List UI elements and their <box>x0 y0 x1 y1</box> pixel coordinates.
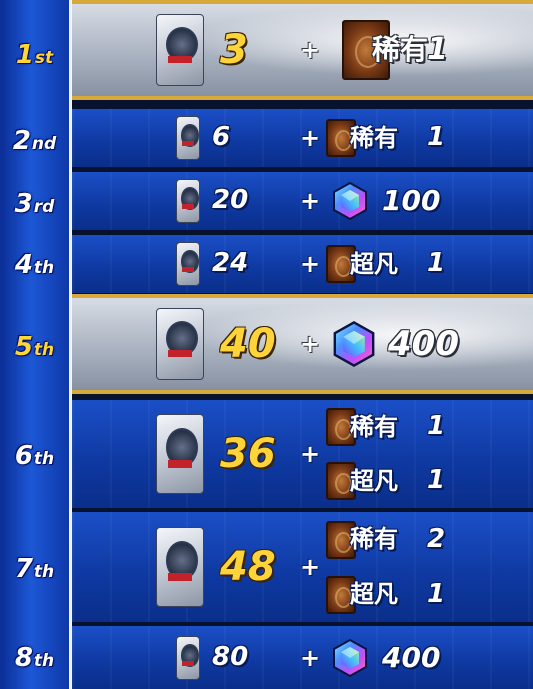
rank-label-7: 7th <box>0 512 72 626</box>
reward-quantity: 1 <box>427 465 446 495</box>
rank-text: 4th <box>15 250 54 280</box>
rank-suffix: th <box>33 257 55 278</box>
pack-count: 80 <box>212 642 249 672</box>
reward-quantity: 1 <box>427 32 448 67</box>
reward-quantity: 400 <box>388 324 459 364</box>
rank-label-1: 1st <box>0 0 72 109</box>
reward-quantity: 1 <box>427 579 446 609</box>
rank-suffix: th <box>33 340 55 360</box>
gem-icon <box>330 181 370 221</box>
rank-label-6: 6th <box>0 400 72 512</box>
ranking-rewards-board: 1st 2nd 3rd 4th 5th 6th 7th 8th 3 + 稀有 1 6 + 稀有 1 20 + 10… <box>0 0 533 689</box>
reward-row-1: 3 + 稀有 1 <box>72 0 533 100</box>
plus-sign: + <box>300 553 321 581</box>
card-pack-icon <box>176 636 200 680</box>
rank-text: 3rd <box>15 189 55 219</box>
plus-sign: + <box>300 124 321 152</box>
rank-number: 3 <box>14 188 33 219</box>
reward-quantity: 1 <box>427 122 446 152</box>
pack-tag <box>168 573 192 582</box>
reward-card-label: 超凡 <box>350 467 398 495</box>
card-pack-icon <box>156 414 204 494</box>
reward-card-label: 稀有 <box>372 33 429 66</box>
card-pack-icon <box>156 14 204 86</box>
rank-text: 6th <box>15 441 54 471</box>
reward-row-4: 24 + 超凡 1 <box>72 235 533 293</box>
plus-sign: + <box>300 330 321 358</box>
pack-count: 6 <box>212 122 231 152</box>
reward-quantity: 100 <box>382 184 441 217</box>
pack-count: 48 <box>220 544 276 590</box>
card-pack-icon <box>176 242 200 286</box>
pack-tag <box>182 661 194 666</box>
reward-row-2: 6 + 稀有 1 <box>72 109 533 167</box>
reward-card-label: 超凡 <box>350 580 398 608</box>
rank-number: 4 <box>14 249 33 280</box>
rank-text: 1st <box>16 40 53 70</box>
reward-quantity: 2 <box>427 524 446 554</box>
pack-tag <box>168 55 192 63</box>
rank-suffix: th <box>33 449 55 469</box>
plus-sign: + <box>300 440 321 468</box>
plus-sign: + <box>300 250 321 278</box>
rank-number: 7 <box>14 554 33 584</box>
pack-count: 24 <box>212 248 249 278</box>
rank-suffix: st <box>34 47 54 68</box>
rank-suffix: th <box>33 562 55 582</box>
reward-row-8: 80 + 400 <box>72 626 533 689</box>
rank-label-5: 5th <box>0 294 72 400</box>
rank-label-2: 2nd <box>0 109 72 172</box>
rank-number: 5 <box>14 332 33 362</box>
reward-quantity: 1 <box>427 248 446 278</box>
pack-tag <box>182 141 194 146</box>
pack-tag <box>182 204 194 209</box>
card-pack-icon <box>156 308 204 380</box>
reward-row-7: 48 + 稀有 2 超凡 1 <box>72 512 533 622</box>
reward-card-label: 稀有 <box>350 413 398 441</box>
rank-number: 1 <box>15 39 34 70</box>
rank-suffix: rd <box>33 196 55 217</box>
pack-count: 20 <box>212 185 249 215</box>
pack-tag <box>182 267 194 272</box>
rank-number: 8 <box>14 642 33 673</box>
plus-sign: + <box>300 187 321 215</box>
rank-text: 5th <box>15 332 54 362</box>
rank-label-4: 4th <box>0 235 72 294</box>
plus-sign: + <box>300 644 321 672</box>
pack-count: 40 <box>220 321 276 367</box>
pack-count: 36 <box>220 431 276 477</box>
reward-card-label: 稀有 <box>350 525 398 553</box>
rank-label-8: 8th <box>0 626 72 689</box>
rank-number: 6 <box>14 441 33 471</box>
rank-suffix: th <box>33 650 55 671</box>
gem-icon <box>330 320 378 368</box>
reward-row-5: 40 + 400 <box>72 294 533 394</box>
reward-quantity: 1 <box>427 411 446 441</box>
rank-label-3: 3rd <box>0 172 72 235</box>
rank-text: 2nd <box>13 126 56 156</box>
reward-row-6: 36 + 稀有 1 超凡 1 <box>72 400 533 508</box>
card-pack-icon <box>176 179 200 223</box>
reward-card-label: 稀有 <box>350 124 398 152</box>
reward-quantity: 400 <box>382 641 441 674</box>
card-pack-icon <box>156 527 204 607</box>
rank-number: 2 <box>12 125 31 156</box>
pack-tag <box>168 460 192 469</box>
card-pack-icon <box>176 116 200 160</box>
reward-card-label: 超凡 <box>350 250 398 278</box>
pack-count: 3 <box>220 27 248 73</box>
rank-text: 8th <box>15 643 54 673</box>
rank-text: 7th <box>15 554 54 584</box>
reward-row-3: 20 + 100 <box>72 172 533 230</box>
gem-icon <box>330 638 370 678</box>
pack-tag <box>168 349 192 357</box>
rank-suffix: nd <box>31 133 57 154</box>
plus-sign: + <box>300 36 321 64</box>
